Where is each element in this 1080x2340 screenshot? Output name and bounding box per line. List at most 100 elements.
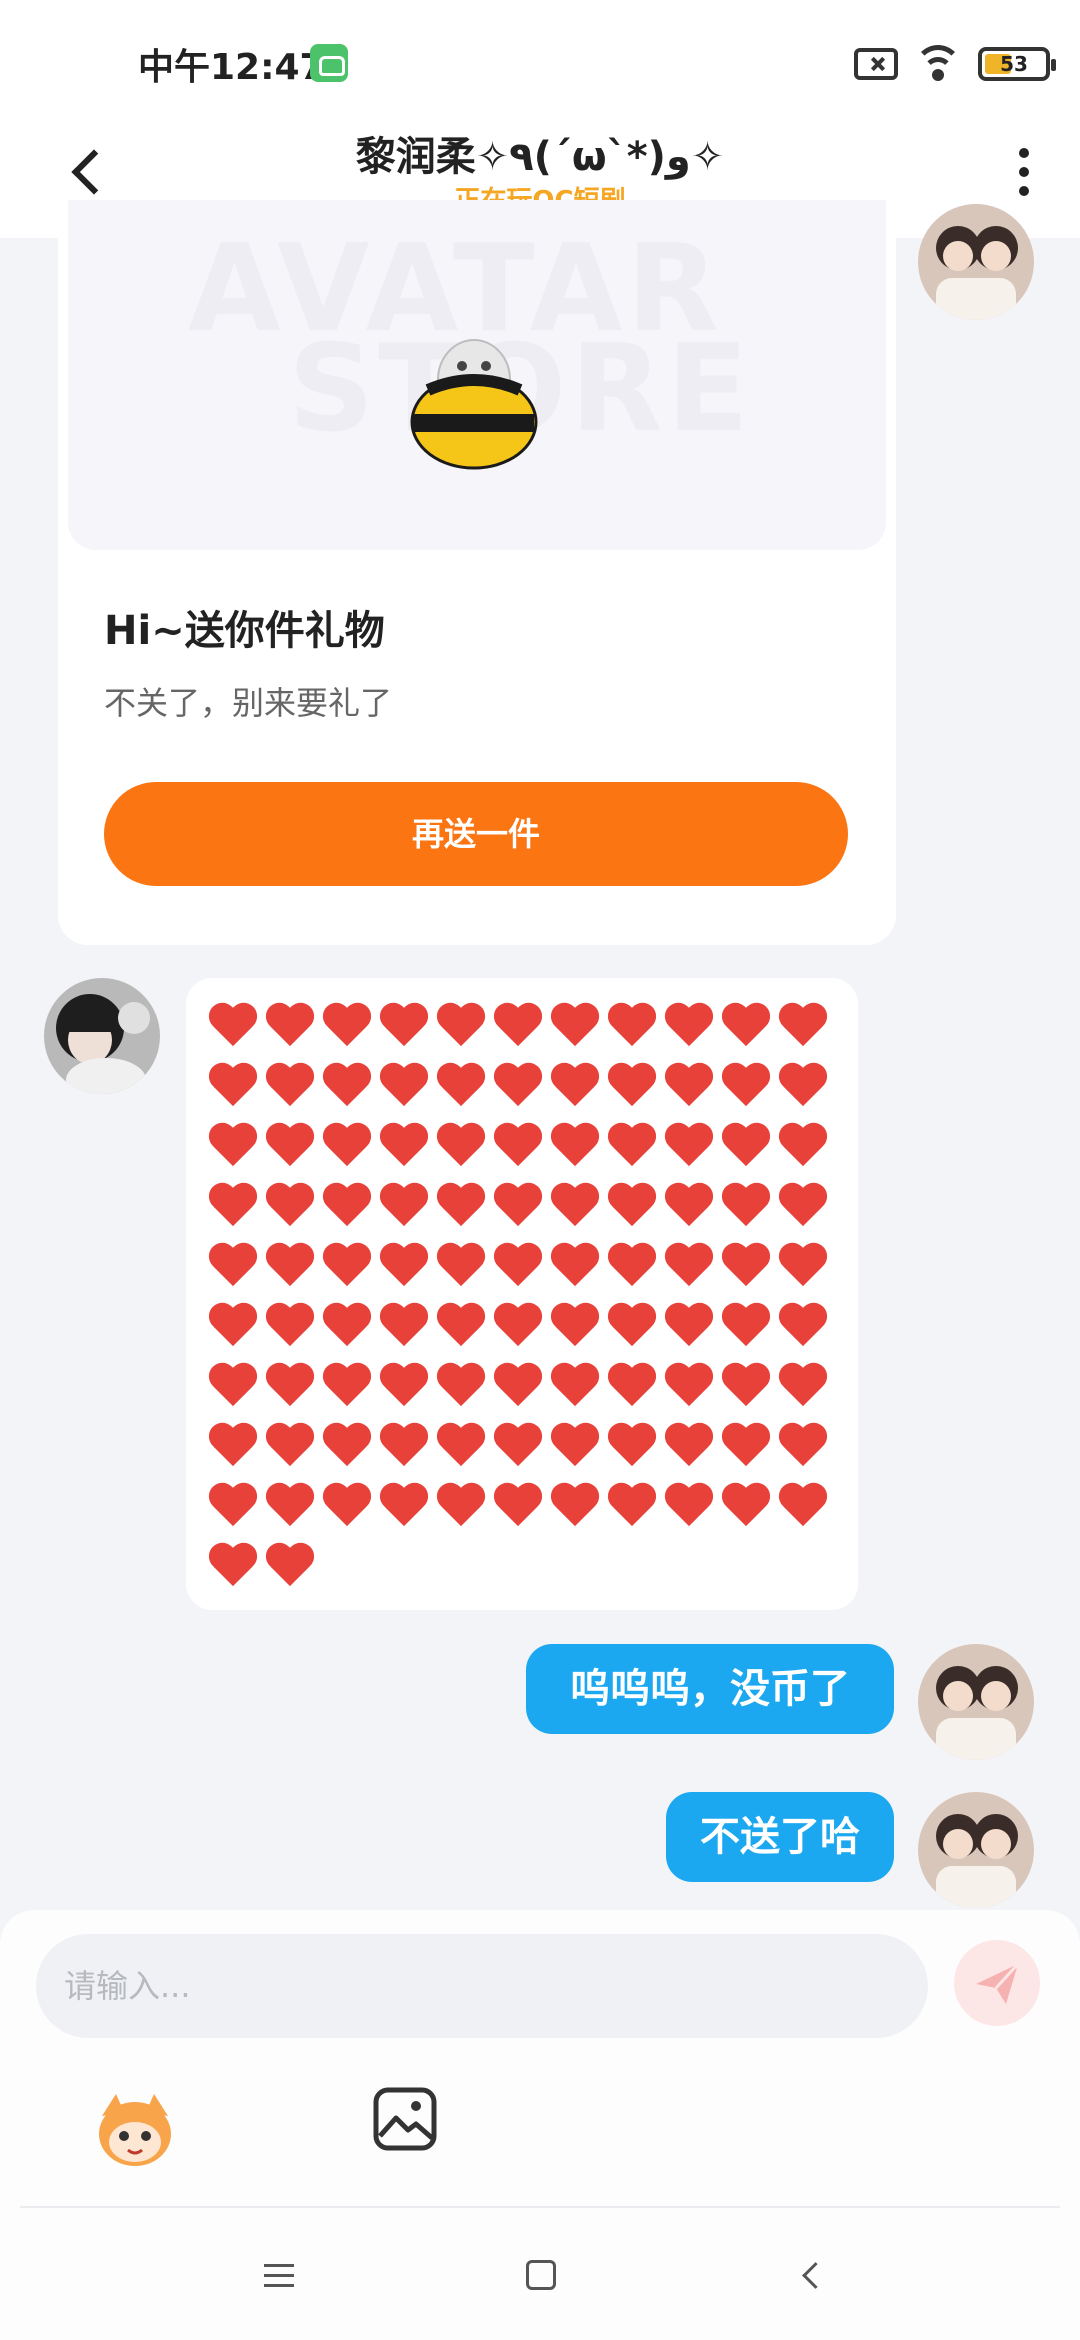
heart-emoji bbox=[719, 1354, 776, 1414]
heart-emoji bbox=[662, 1474, 719, 1534]
heart-emoji bbox=[434, 1474, 491, 1534]
heart-emoji bbox=[548, 1294, 605, 1354]
battery-icon: 53 bbox=[978, 47, 1056, 81]
no-sim-icon bbox=[854, 48, 898, 80]
gift-subtitle: 不关了，别来要礼了 bbox=[104, 684, 393, 722]
wifi-icon bbox=[914, 45, 962, 83]
heart-emoji bbox=[719, 994, 776, 1054]
heart-emoji bbox=[719, 1234, 776, 1294]
gift-image: AVATAR STORE bbox=[68, 200, 886, 550]
heart-emoji bbox=[434, 1414, 491, 1474]
heart-emoji bbox=[377, 1114, 434, 1174]
heart-emoji bbox=[434, 1294, 491, 1354]
heart-emoji bbox=[719, 1054, 776, 1114]
emoji-character-icon[interactable] bbox=[90, 2086, 180, 2170]
heart-emoji bbox=[662, 1354, 719, 1414]
status-bar: 中午12:47 53 bbox=[0, 0, 1080, 120]
heart-emoji bbox=[548, 1234, 605, 1294]
heart-emoji bbox=[548, 1174, 605, 1234]
heart-emoji bbox=[776, 1234, 833, 1294]
heart-emoji bbox=[605, 1174, 662, 1234]
heart-emoji bbox=[662, 1054, 719, 1114]
heart-emoji bbox=[776, 1414, 833, 1474]
heart-emoji bbox=[548, 1054, 605, 1114]
heart-emoji bbox=[776, 1174, 833, 1234]
heart-emoji bbox=[776, 1114, 833, 1174]
gift-card: AVATAR STORE Hi~送你件礼物 不关了，别来要礼了 再送一件 bbox=[58, 200, 896, 945]
heart-emoji bbox=[605, 1054, 662, 1114]
heart-emoji bbox=[491, 1114, 548, 1174]
heart-emoji bbox=[263, 1114, 320, 1174]
heart-emoji bbox=[206, 1414, 263, 1474]
heart-emoji bbox=[491, 1174, 548, 1234]
heart-emoji bbox=[206, 1534, 263, 1594]
status-time: 中午12:47 bbox=[138, 47, 325, 88]
heart-emoji bbox=[605, 1414, 662, 1474]
more-vertical-icon[interactable] bbox=[1004, 142, 1044, 202]
heart-emoji bbox=[206, 1114, 263, 1174]
send-another-gift-button[interactable]: 再送一件 bbox=[104, 782, 848, 886]
heart-emoji bbox=[548, 1114, 605, 1174]
heart-emoji bbox=[263, 1534, 320, 1594]
heart-emoji bbox=[776, 1354, 833, 1414]
heart-emoji bbox=[377, 1474, 434, 1534]
chat-title: 黎润柔✧٩(ˊωˋ*)و✧ bbox=[355, 134, 725, 180]
heart-emoji bbox=[206, 1294, 263, 1354]
heart-emoji bbox=[320, 1294, 377, 1354]
heart-emoji bbox=[662, 1234, 719, 1294]
status-icons: 53 bbox=[854, 44, 1056, 84]
my-avatar[interactable] bbox=[918, 1644, 1034, 1760]
heart-emoji bbox=[263, 1054, 320, 1114]
contact-avatar[interactable] bbox=[44, 978, 160, 1094]
heart-emoji bbox=[776, 1474, 833, 1534]
heart-emoji bbox=[548, 1414, 605, 1474]
heart-emoji bbox=[434, 994, 491, 1054]
heart-emoji bbox=[548, 1474, 605, 1534]
heart-emoji bbox=[605, 994, 662, 1054]
heart-emoji bbox=[548, 1354, 605, 1414]
system-back-button[interactable] bbox=[796, 2262, 822, 2288]
heart-emoji bbox=[263, 1354, 320, 1414]
image-icon[interactable] bbox=[372, 2086, 438, 2152]
heart-emoji bbox=[320, 994, 377, 1054]
heart-emoji bbox=[206, 994, 263, 1054]
heart-emoji bbox=[605, 1354, 662, 1414]
heart-emoji bbox=[206, 1354, 263, 1414]
heart-emoji bbox=[605, 1294, 662, 1354]
reply-bubble: 呜呜呜，没币了 bbox=[526, 1644, 894, 1734]
heart-emoji bbox=[491, 1054, 548, 1114]
heart-emoji bbox=[719, 1294, 776, 1354]
message-input[interactable] bbox=[36, 1934, 928, 2038]
heart-emoji bbox=[434, 1354, 491, 1414]
heart-emoji bbox=[434, 1114, 491, 1174]
heart-emoji bbox=[548, 994, 605, 1054]
heart-emoji bbox=[776, 1294, 833, 1354]
my-avatar[interactable] bbox=[918, 1792, 1034, 1908]
heart-emoji bbox=[605, 1474, 662, 1534]
heart-emoji bbox=[320, 1414, 377, 1474]
heart-emoji bbox=[662, 1114, 719, 1174]
send-icon[interactable] bbox=[954, 1940, 1040, 2026]
my-avatar[interactable] bbox=[918, 204, 1034, 320]
heart-emoji bbox=[719, 1114, 776, 1174]
recent-apps-button[interactable] bbox=[264, 2264, 294, 2288]
heart-emoji bbox=[491, 994, 548, 1054]
heart-emoji bbox=[377, 994, 434, 1054]
system-nav-bar bbox=[0, 2210, 1080, 2340]
heart-emoji bbox=[377, 1234, 434, 1294]
heart-emoji bbox=[662, 994, 719, 1054]
gift-title: Hi~送你件礼物 bbox=[104, 608, 385, 654]
heart-emoji bbox=[776, 994, 833, 1054]
heart-emoji bbox=[605, 1114, 662, 1174]
home-button[interactable] bbox=[526, 2260, 556, 2290]
heart-emoji bbox=[206, 1234, 263, 1294]
heart-emoji bbox=[263, 1174, 320, 1234]
heart-emoji bbox=[776, 1054, 833, 1114]
heart-emoji bbox=[206, 1174, 263, 1234]
heart-emoji bbox=[491, 1234, 548, 1294]
heart-emoji bbox=[320, 1354, 377, 1414]
heart-emoji bbox=[434, 1054, 491, 1114]
heart-emoji bbox=[662, 1414, 719, 1474]
heart-emoji bbox=[320, 1054, 377, 1114]
heart-emoji bbox=[320, 1234, 377, 1294]
